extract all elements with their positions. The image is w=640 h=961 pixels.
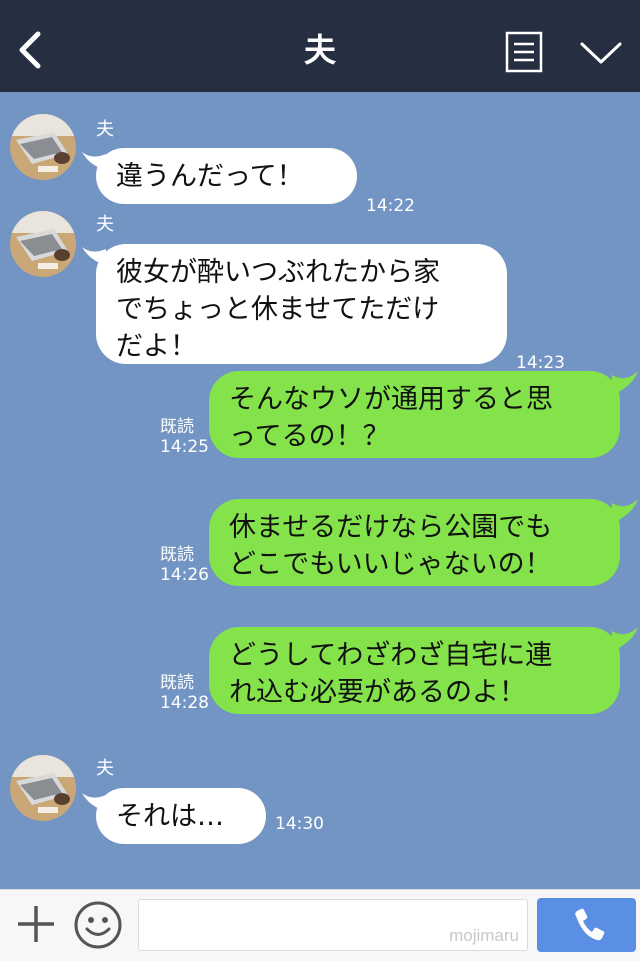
call-button[interactable] [537, 898, 636, 952]
message-row: 既読 14:25 そんなウソが通用すると思 ってるの！？ [0, 371, 640, 461]
chat-area[interactable]: 夫 違うんだって！ 14:22 夫 彼女が酔いつぶれたから家 でちょっと休ませて… [0, 92, 640, 889]
message-bubble[interactable]: 休ませるだけなら公園でも どこでもいいじゃないの！ [209, 499, 620, 586]
phone-icon [575, 908, 605, 941]
smiley-icon [74, 901, 122, 949]
message-time: 14:25 [160, 437, 209, 457]
message-bubble[interactable]: そんなウソが通用すると思 ってるの！？ [209, 371, 620, 458]
message-bubble[interactable]: それは… [96, 788, 266, 844]
chat-title: 夫 [303, 31, 336, 69]
chevron-left-icon [19, 31, 41, 69]
chevron-down-icon [580, 42, 622, 64]
avatar[interactable] [10, 755, 76, 821]
message-bubble[interactable]: どうしてわざわざ自宅に連 れ込む必要があるのよ！ [209, 627, 620, 714]
plus-icon [18, 906, 54, 942]
bubble-tail [612, 371, 638, 395]
sender-name: 夫 [96, 119, 114, 140]
add-button[interactable] [14, 902, 58, 946]
message-row: 既読 14:28 どうしてわざわざ自宅に連 れ込む必要があるのよ！ [0, 627, 640, 717]
bubble-tail [612, 499, 638, 523]
message-input[interactable]: mojimaru [138, 899, 528, 951]
sender-name: 夫 [96, 758, 114, 779]
message-time: 14:26 [160, 565, 209, 585]
collapse-button[interactable] [576, 34, 626, 72]
read-receipt: 既読 [160, 417, 194, 437]
bubble-tail [612, 627, 638, 651]
message-row: 夫 違うんだって！ 14:22 [0, 114, 640, 216]
avatar-photo-icon [10, 114, 76, 180]
message-bubble[interactable]: 彼女が酔いつぶれたから家 でちょっと休ませてただけ だよ！ [96, 244, 507, 364]
message-time: 14:30 [275, 814, 324, 834]
input-bar: mojimaru [0, 889, 640, 961]
message-row: 夫 彼女が酔いつぶれたから家 でちょっと休ませてただけ だよ！ 14:23 [0, 211, 640, 373]
avatar-photo-icon [10, 755, 76, 821]
avatar[interactable] [10, 114, 76, 180]
chat-header: 夫 [0, 0, 640, 92]
list-menu-icon [505, 31, 543, 73]
emoji-button[interactable] [73, 900, 123, 950]
sender-name: 夫 [96, 214, 114, 235]
avatar[interactable] [10, 211, 76, 277]
avatar-photo-icon [10, 211, 76, 277]
message-row: 夫 それは… 14:30 [0, 755, 640, 845]
back-button[interactable] [8, 28, 52, 72]
message-time: 14:28 [160, 693, 209, 713]
read-receipt: 既読 [160, 673, 194, 693]
watermark-text: mojimaru [449, 926, 519, 945]
read-receipt: 既読 [160, 545, 194, 565]
message-bubble[interactable]: 違うんだって！ [96, 148, 357, 204]
message-row: 既読 14:26 休ませるだけなら公園でも どこでもいいじゃないの！ [0, 499, 640, 589]
message-time: 14:23 [516, 353, 565, 373]
menu-button[interactable] [505, 31, 543, 73]
